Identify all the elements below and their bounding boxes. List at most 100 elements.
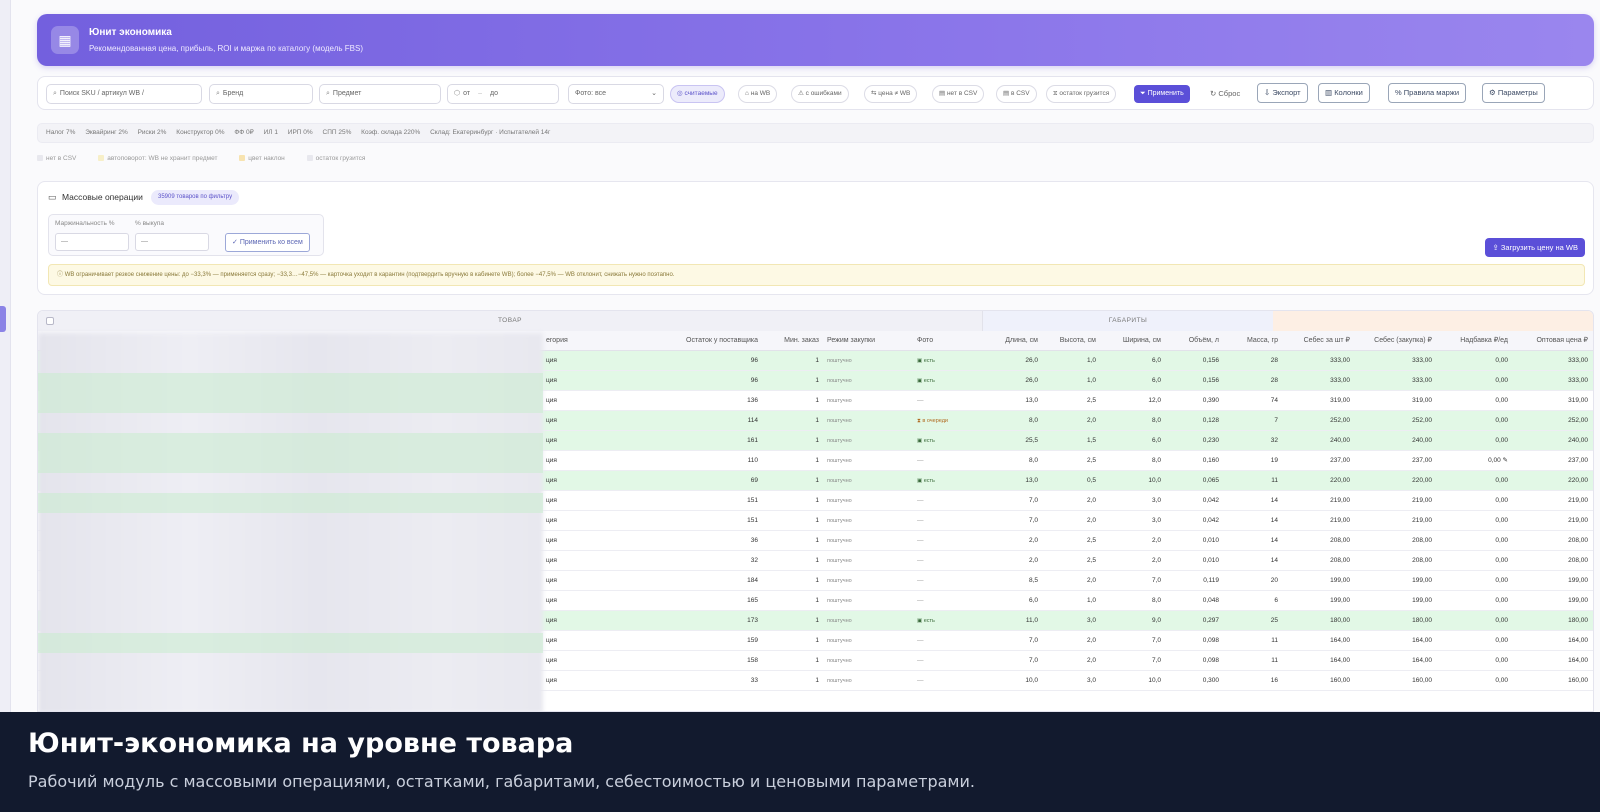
col-category[interactable]: егория (546, 331, 606, 351)
photo-select[interactable]: Фото: все ⌄ (568, 84, 664, 104)
search-input[interactable]: ⌕ Поиск SKU / артикул WB / (46, 84, 202, 104)
row-color-legend: нет в CSV автоповорот: WB не хранит пред… (37, 155, 385, 167)
cell-volume: 0,160 (1202, 457, 1219, 464)
chip-stock-loading[interactable]: ⧖ остаток грузится (1046, 85, 1117, 103)
chip-on-wb[interactable]: ⌂ на WB (738, 85, 778, 103)
group-label: ТОВАР (497, 317, 523, 324)
cell-markup[interactable]: 0,00 (1432, 671, 1508, 691)
col-min-order[interactable]: Мин. заказ (763, 331, 819, 351)
cell-width: 2,0 (1151, 557, 1161, 564)
export-icon: ⇩ (1264, 88, 1271, 97)
payout-input[interactable]: — (135, 233, 209, 251)
cell-purchase-mode: поштучно (827, 458, 852, 464)
col-mass[interactable]: Масса, гр (1219, 331, 1278, 351)
cell-markup[interactable]: 0,00 ✎ (1432, 451, 1508, 471)
cell-markup[interactable]: 0,00 (1432, 411, 1508, 431)
caption-subtitle: Рабочий модуль с массовыми операциями, о… (28, 772, 975, 791)
cell-unit-cost: 208,00 (1330, 537, 1350, 544)
param-item: Эквайринг 2% (85, 129, 128, 136)
legend-label: остаток грузится (315, 155, 366, 162)
cell-purchase-mode: поштучно (827, 558, 852, 564)
cell-min-order: 1 (815, 537, 819, 544)
col-wholesale-price[interactable]: Оптовая цена ₽ (1508, 331, 1588, 351)
reset-button[interactable]: ↻ Сброс (1210, 85, 1240, 103)
brand-input[interactable]: ⌕ Бренд (209, 84, 313, 104)
col-purchase-mode[interactable]: Режим закупки (827, 331, 907, 351)
price-range-input[interactable]: ⬡ от – до (447, 84, 559, 104)
cell-volume: 0,156 (1202, 377, 1219, 384)
cell-unit-cost: 237,00 (1330, 457, 1350, 464)
chip-in-csv[interactable]: ▤ в CSV (996, 85, 1037, 103)
cell-markup[interactable]: 0,00 (1432, 551, 1508, 571)
search-placeholder: Поиск SKU / артикул WB / (59, 90, 144, 97)
parameters-button[interactable]: ⚙ Параметры (1482, 83, 1545, 103)
chip-not-in-csv[interactable]: ▤ нет в CSV (932, 85, 985, 103)
cell-markup[interactable]: 0,00 (1432, 431, 1508, 451)
cell-volume: 0,230 (1202, 437, 1219, 444)
margin-input[interactable]: — (55, 233, 129, 251)
cell-markup[interactable]: 0,00 (1432, 571, 1508, 591)
cell-markup[interactable]: 0,00 (1432, 391, 1508, 411)
cell-supplier-stock: 32 (750, 557, 758, 564)
cell-supplier-stock: 33 (750, 677, 758, 684)
filter-toolbar: ⌕ Поиск SKU / артикул WB / ⌕ Бренд ⌕ Предме… (37, 76, 1594, 110)
cell-length: 8,0 (1028, 457, 1038, 464)
cell-length: 7,0 (1028, 637, 1038, 644)
caption-title: Юнит-экономика на уровне товара (28, 728, 574, 759)
cell-mass: 25 (1270, 617, 1278, 624)
cell-supplier-stock: 165 (747, 597, 758, 604)
cell-min-order: 1 (815, 617, 819, 624)
cell-height: 3,0 (1086, 617, 1096, 624)
cell-markup[interactable]: 0,00 (1432, 631, 1508, 651)
cell-markup[interactable]: 0,00 (1432, 611, 1508, 631)
mass-edit-box: Маржинальность % % выкупа — — ✓ Применит… (48, 214, 324, 256)
apply-to-all-button[interactable]: ✓ Применить ко всем (225, 233, 310, 252)
cell-markup[interactable]: 0,00 (1432, 371, 1508, 391)
chip-counted[interactable]: ◎ считаемые (670, 85, 725, 103)
cell-height: 2,0 (1086, 657, 1096, 664)
range-from: от (463, 90, 471, 97)
cell-photo: — (917, 577, 924, 584)
chip-price-mismatch[interactable]: ⇆ цена ≠ WB (864, 85, 918, 103)
cell-unit-cost: 199,00 (1330, 577, 1350, 584)
col-photo[interactable]: Фото (917, 331, 957, 351)
col-height[interactable]: Высота, см (1038, 331, 1096, 351)
cell-height: 1,5 (1086, 437, 1096, 444)
col-volume[interactable]: Объём, л (1161, 331, 1219, 351)
col-purchase-cost[interactable]: Себес (закупка) ₽ (1350, 331, 1432, 351)
columns-icon: ▥ (1325, 88, 1333, 97)
col-markup[interactable]: Надбавка ₽/ед (1432, 331, 1508, 351)
cell-purchase-cost: 208,00 (1412, 537, 1432, 544)
col-width[interactable]: Ширина, см (1096, 331, 1161, 351)
cell-volume: 0,010 (1202, 537, 1219, 544)
cell-markup[interactable]: 0,00 (1432, 491, 1508, 511)
export-button[interactable]: ⇩ Экспорт (1257, 83, 1308, 103)
cell-markup[interactable]: 0,00 (1432, 471, 1508, 491)
margin-rules-button[interactable]: % Правила маржи (1388, 83, 1467, 103)
sidebar-toggle-handle[interactable] (0, 306, 6, 332)
cell-wholesale-price: 333,00 (1568, 357, 1588, 364)
cell-purchase-mode: поштучно (827, 578, 852, 584)
group-header-cost (1273, 311, 1593, 331)
sidebar (0, 0, 11, 712)
cell-mass: 6 (1274, 597, 1278, 604)
cell-height: 2,0 (1086, 517, 1096, 524)
col-length[interactable]: Длина, см (976, 331, 1038, 351)
cell-markup[interactable]: 0,00 (1432, 531, 1508, 551)
upload-price-button[interactable]: ⇪ Загрузить цену на WB (1485, 238, 1585, 257)
chip-errors[interactable]: ⚠ с ошибками (791, 85, 849, 103)
cell-mass: 14 (1270, 537, 1278, 544)
cell-volume: 0,010 (1202, 557, 1219, 564)
cell-supplier-stock: 69 (750, 477, 758, 484)
cell-markup[interactable]: 0,00 (1432, 591, 1508, 611)
select-all-checkbox[interactable] (46, 317, 54, 325)
cell-markup[interactable]: 0,00 (1432, 351, 1508, 371)
cell-markup[interactable]: 0,00 (1432, 511, 1508, 531)
col-unit-cost[interactable]: Себес за шт ₽ (1278, 331, 1350, 351)
cell-mass: 14 (1270, 497, 1278, 504)
columns-button[interactable]: ▥ Колонки (1318, 83, 1370, 103)
subject-input[interactable]: ⌕ Предмет (319, 84, 441, 104)
col-supplier-stock[interactable]: Остаток у поставщика (628, 331, 758, 351)
cell-markup[interactable]: 0,00 (1432, 651, 1508, 671)
apply-button[interactable]: ⏷ Применить (1134, 85, 1190, 103)
